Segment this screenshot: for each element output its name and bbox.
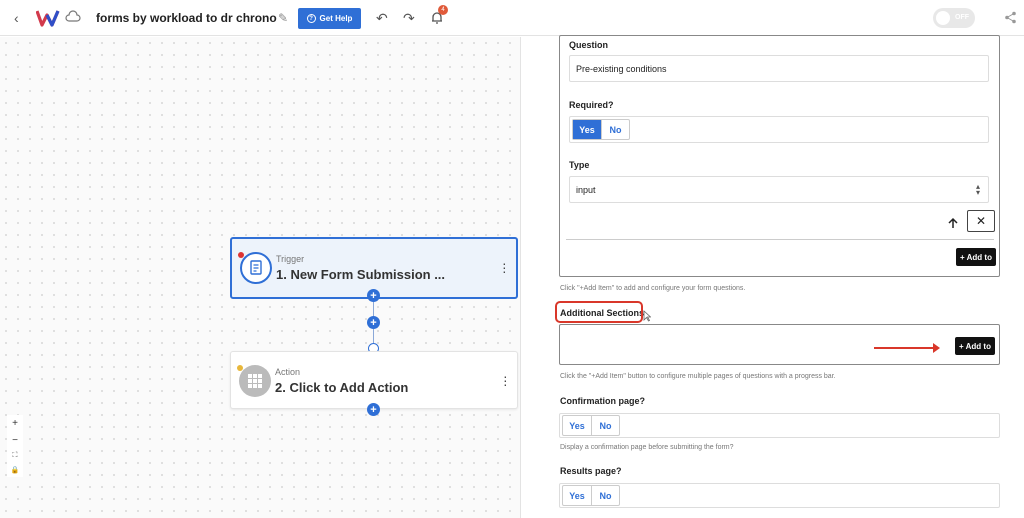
confirmation-page-label: Confirmation page? — [560, 396, 645, 406]
card-divider — [566, 239, 994, 240]
add-section-button[interactable]: + Add to — [955, 337, 995, 355]
required-no-option[interactable]: No — [601, 120, 629, 139]
more-options-icon[interactable]: · · · — [502, 256, 507, 278]
zoom-controls: + − ⛶ 🔒 — [7, 415, 23, 477]
undo-icon[interactable]: ↶ — [376, 10, 388, 27]
highlight-annotation — [555, 301, 643, 323]
results-yes-option[interactable]: Yes — [563, 486, 591, 505]
required-label: Required? — [569, 100, 614, 110]
notification-badge: 4 — [438, 5, 448, 15]
mouse-cursor-icon — [643, 310, 651, 322]
workflow-toggle[interactable]: OFF — [933, 8, 975, 28]
question-input[interactable]: Pre-existing conditions — [569, 55, 989, 82]
question-label: Question — [569, 40, 609, 50]
add-step-button[interactable]: + — [367, 403, 380, 416]
zoom-in-icon[interactable]: + — [12, 418, 18, 429]
required-yes-option[interactable]: Yes — [573, 120, 601, 139]
get-help-button[interactable]: ? Get Help — [298, 8, 361, 29]
required-toggle: Yes No — [572, 119, 630, 140]
arrow-annotation — [874, 347, 936, 349]
action-title: 2. Click to Add Action — [275, 380, 409, 395]
fit-view-icon[interactable]: ⛶ — [13, 452, 18, 460]
results-toggle: Yes No — [562, 485, 620, 506]
connector-add-button[interactable]: + — [367, 289, 380, 302]
connector-line — [373, 329, 374, 344]
back-icon[interactable]: ‹ — [14, 10, 19, 26]
status-dot — [237, 365, 243, 371]
redo-icon[interactable]: ↷ — [403, 10, 415, 27]
question-icon: ? — [306, 14, 316, 23]
workflow-title[interactable]: forms by workload to dr chrono — [96, 11, 277, 25]
confirmation-yes-option[interactable]: Yes — [563, 416, 591, 435]
lock-icon[interactable]: 🔒 — [11, 466, 20, 474]
results-field: Yes No — [559, 483, 1000, 508]
top-bar: ‹ forms by workload to dr chrono ✎ ? Get… — [0, 0, 1024, 36]
action-node[interactable]: Action 2. Click to Add Action · · · — [230, 351, 518, 409]
apps-grid-icon — [239, 365, 271, 397]
arrow-annotation-head — [933, 343, 940, 353]
settings-panel: Question Pre-existing conditions Require… — [520, 35, 1024, 518]
workflow-canvas[interactable]: + − ⛶ 🔒 Trigger 1. New Form Submission .… — [0, 37, 520, 518]
move-up-icon[interactable] — [946, 216, 960, 230]
get-help-label: Get Help — [319, 14, 353, 23]
trigger-title: 1. New Form Submission ... — [276, 267, 446, 282]
type-label: Type — [569, 160, 590, 170]
connector-line — [373, 302, 374, 317]
confirmation-help-text: Display a confirmation page before submi… — [560, 444, 734, 451]
edit-pencil-icon[interactable]: ✎ — [278, 11, 288, 25]
toggle-knob — [936, 11, 950, 25]
confirmation-toggle: Yes No — [562, 415, 620, 436]
question-item-card: Question Pre-existing conditions Require… — [559, 35, 1000, 277]
more-options-icon[interactable]: · · · — [503, 369, 508, 391]
confirmation-no-option[interactable]: No — [591, 416, 619, 435]
select-chevron-icon: ▴ ▾ — [975, 182, 980, 197]
confirmation-field: Yes No — [559, 413, 1000, 438]
form-icon — [240, 252, 272, 284]
status-dot — [238, 252, 244, 258]
results-no-option[interactable]: No — [591, 486, 619, 505]
sections-help-text: Click the "+Add Item" button to configur… — [560, 373, 836, 380]
add-step-button[interactable]: + — [367, 316, 380, 329]
type-select-value: input — [576, 184, 596, 195]
share-icon[interactable] — [1004, 11, 1017, 24]
zoom-out-icon[interactable]: − — [12, 435, 18, 446]
remove-item-button[interactable]: ✕ — [967, 210, 995, 232]
app-logo[interactable] — [36, 9, 60, 27]
results-page-label: Results page? — [560, 466, 622, 476]
type-select[interactable]: input ▴ ▾ — [569, 176, 989, 203]
toggle-label: OFF — [955, 14, 969, 21]
node-kind-label: Trigger — [276, 254, 305, 264]
cloud-icon — [65, 10, 81, 22]
required-field: Yes No — [569, 116, 989, 143]
node-kind-label: Action — [275, 367, 301, 377]
add-item-button[interactable]: + Add to — [956, 248, 996, 266]
items-help-text: Click "+Add Item" to add and configure y… — [560, 285, 746, 292]
